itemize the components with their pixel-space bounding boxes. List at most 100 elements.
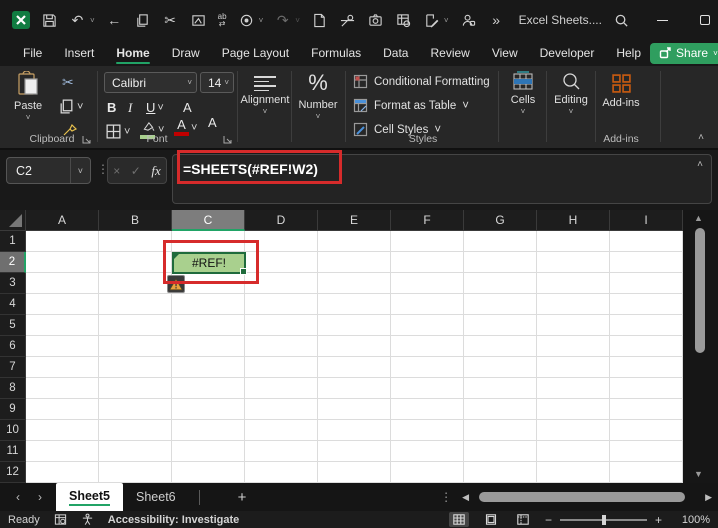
menu-item-insert[interactable]: Insert	[55, 42, 103, 65]
name-box[interactable]: C2 ˅	[6, 157, 91, 184]
touch-mode-icon[interactable]	[238, 12, 255, 29]
ribbon-copy-icon[interactable]: ˅	[58, 98, 83, 115]
maximize-button[interactable]	[684, 0, 718, 40]
editing-button[interactable]: Editing ˅	[548, 71, 594, 116]
row-header-3[interactable]: 3	[0, 273, 26, 294]
scroll-left-icon[interactable]: ◀	[462, 492, 469, 503]
formula-input[interactable]: =SHEETS(#REF!W2) ˄	[172, 154, 712, 204]
italic-button[interactable]: I	[128, 100, 132, 116]
decrease-font-size-button[interactable]: A˅	[208, 115, 718, 130]
alignment-button[interactable]: Alignment ˅	[240, 73, 290, 116]
new-sheet-button[interactable]: +	[224, 483, 261, 511]
row-header-1[interactable]: 1	[0, 231, 26, 252]
table-search-icon[interactable]	[395, 12, 412, 29]
clipboard-dialog-launcher-icon[interactable]	[81, 134, 92, 145]
column-header-I[interactable]: I	[610, 210, 683, 231]
minimize-button[interactable]	[642, 0, 684, 40]
underline-button[interactable]: U ˅	[146, 100, 164, 115]
column-header-G[interactable]: G	[464, 210, 537, 231]
row-header-5[interactable]: 5	[0, 315, 26, 336]
menu-item-formulas[interactable]: Formulas	[302, 42, 370, 65]
scroll-right-icon[interactable]: ▶	[705, 492, 712, 503]
cells-area[interactable]: #REF!	[26, 231, 683, 483]
pen-edit-icon[interactable]	[423, 12, 440, 29]
row-header-10[interactable]: 10	[0, 420, 26, 441]
column-header-E[interactable]: E	[318, 210, 391, 231]
menu-item-review[interactable]: Review	[421, 42, 478, 65]
page-break-preview-button[interactable]	[513, 512, 533, 527]
insert-function-button[interactable]: fx	[151, 163, 160, 179]
row-header-2[interactable]: 2	[0, 252, 26, 273]
vertical-scrollbar[interactable]: ▲ ▼	[683, 210, 718, 483]
scrollbar-options-icon[interactable]: ⋮	[440, 490, 452, 504]
font-color-button[interactable]: A ˅	[174, 118, 197, 136]
search-icon[interactable]	[602, 0, 642, 40]
menu-item-file[interactable]: File	[14, 42, 51, 65]
row-header-9[interactable]: 9	[0, 399, 26, 420]
sheet-tab-sheet6[interactable]: Sheet6	[123, 483, 189, 511]
cells-button[interactable]: Cells ˅	[500, 71, 546, 116]
zoom-slider-thumb[interactable]	[601, 514, 606, 525]
account-lock-icon[interactable]	[460, 12, 477, 29]
find-replace-icon[interactable]: ab ⇄	[218, 13, 227, 28]
font-size-combobox[interactable]: 14 ˅	[200, 72, 234, 93]
row-header-8[interactable]: 8	[0, 378, 26, 399]
number-button[interactable]: % Number ˅	[293, 70, 343, 121]
save-icon[interactable]	[41, 12, 58, 29]
menu-item-help[interactable]: Help	[607, 42, 650, 65]
toolbar-overflow-icon[interactable]: »	[488, 12, 505, 29]
enter-entry-icon[interactable]: ✓	[131, 164, 141, 178]
row-header-12[interactable]: 12	[0, 462, 26, 483]
vertical-scroll-thumb[interactable]	[695, 228, 705, 353]
menu-item-view[interactable]: View	[483, 42, 527, 65]
paste-special-icon[interactable]	[190, 12, 207, 29]
pin-icon[interactable]	[339, 12, 356, 29]
macro-record-icon[interactable]	[54, 513, 67, 526]
font-dialog-launcher-icon[interactable]	[222, 134, 233, 145]
column-header-F[interactable]: F	[391, 210, 464, 231]
column-header-H[interactable]: H	[537, 210, 610, 231]
normal-view-button[interactable]	[448, 512, 469, 527]
bold-button[interactable]: B	[107, 100, 116, 115]
pen-edit-dropdown-icon[interactable]: ˅	[444, 16, 449, 25]
accessibility-icon[interactable]	[81, 513, 94, 526]
horizontal-scroll-track[interactable]	[479, 491, 695, 503]
copy-icon[interactable]	[134, 12, 151, 29]
zoom-out-button[interactable]: −	[545, 513, 552, 527]
camera-icon[interactable]	[367, 12, 384, 29]
select-all-corner[interactable]	[0, 210, 26, 231]
column-header-B[interactable]: B	[99, 210, 172, 231]
scroll-up-icon[interactable]: ▲	[694, 213, 703, 223]
row-header-7[interactable]: 7	[0, 357, 26, 378]
share-button[interactable]: Share ˅	[650, 42, 718, 64]
cut-icon[interactable]: ✂	[162, 12, 179, 29]
scroll-down-icon[interactable]: ▼	[694, 469, 703, 479]
menu-item-draw[interactable]: Draw	[163, 42, 209, 65]
row-header-4[interactable]: 4	[0, 294, 26, 315]
menu-item-data[interactable]: Data	[374, 42, 417, 65]
menu-item-home[interactable]: Home	[107, 42, 158, 65]
row-header-6[interactable]: 6	[0, 336, 26, 357]
conditional-formatting-button[interactable]: Conditional Formatting	[353, 74, 490, 89]
accessibility-status[interactable]: Accessibility: Investigate	[108, 514, 239, 526]
ribbon-cut-icon[interactable]: ✂	[62, 74, 74, 91]
font-name-combobox[interactable]: Calibri ˅	[104, 72, 197, 93]
zoom-level[interactable]: 100%	[674, 514, 710, 526]
touch-mode-dropdown-icon[interactable]: ˅	[259, 16, 264, 25]
collapse-ribbon-icon[interactable]: ˄	[698, 132, 704, 143]
column-header-A[interactable]: A	[26, 210, 99, 231]
menu-item-page-layout[interactable]: Page Layout	[213, 42, 298, 65]
prev-sheet-icon[interactable]: ‹	[16, 490, 20, 504]
row-header-11[interactable]: 11	[0, 441, 26, 462]
redo-dropdown-icon[interactable]: ˅	[295, 16, 300, 25]
sheet-tab-sheet5[interactable]: Sheet5	[56, 483, 123, 511]
paste-button[interactable]: Paste ˅	[14, 71, 42, 122]
zoom-in-button[interactable]: +	[655, 513, 662, 527]
cancel-entry-icon[interactable]: ×	[113, 164, 120, 178]
new-file-icon[interactable]	[311, 12, 328, 29]
zoom-slider-track[interactable]	[559, 514, 647, 525]
redo-icon[interactable]: ↷	[274, 12, 291, 29]
undo-icon[interactable]: ↶	[69, 12, 86, 29]
format-as-table-button[interactable]: Format as Table ˅	[353, 98, 469, 113]
page-layout-view-button[interactable]	[481, 512, 501, 527]
